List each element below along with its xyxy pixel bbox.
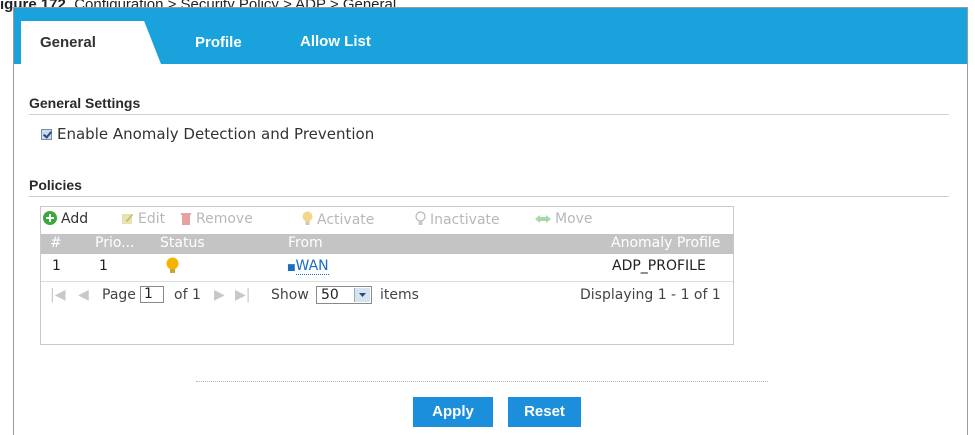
remove-button[interactable]: Remove — [180, 211, 253, 227]
first-page-icon[interactable]: |◀ — [50, 287, 65, 303]
move-icon — [535, 215, 551, 223]
section-divider — [29, 114, 949, 115]
tab-profile[interactable]: Profile — [195, 34, 242, 51]
items-label: items — [380, 287, 419, 303]
row-from[interactable]: ■WAN — [287, 258, 329, 275]
enable-adp-label: Enable Anomaly Detection and Prevention — [57, 125, 375, 143]
row-priority: 1 — [99, 258, 108, 274]
tab-allow-list[interactable]: Allow List — [300, 33, 371, 50]
tab-general-label[interactable]: General — [40, 34, 96, 51]
button-divider — [196, 381, 768, 382]
edit-button[interactable]: Edit — [121, 211, 165, 227]
show-label: Show — [271, 287, 309, 303]
general-settings-title: General Settings — [29, 95, 141, 111]
lightbulb-off-icon — [415, 211, 426, 225]
page-of-label: of 1 — [174, 287, 201, 303]
activate-label: Activate — [317, 212, 375, 228]
column-header-number[interactable]: # — [50, 235, 62, 251]
column-header-anomaly-profile[interactable]: Anomaly Profile — [611, 235, 720, 251]
inactivate-label: Inactivate — [430, 212, 500, 228]
page-number-input[interactable]: 1 — [140, 286, 164, 303]
grid-pager: |◀ ◀ Page 1 of 1 ▶ ▶| Show 50 items Disp… — [41, 281, 733, 310]
adp-general-panel: General Profile Allow List General Setti… — [13, 7, 968, 435]
lightbulb-on-icon — [302, 211, 313, 225]
grid-toolbar: Add Edit Remove Activate Inactivate Move — [41, 207, 733, 234]
add-button[interactable]: Add — [43, 211, 88, 227]
grid-header: # Prio... Status From Anomaly Profile — [41, 234, 733, 254]
move-button[interactable]: Move — [535, 211, 593, 227]
section-divider — [29, 196, 949, 197]
row-number: 1 — [52, 258, 61, 274]
policies-title: Policies — [29, 177, 82, 193]
table-row[interactable]: 1 1 ■WAN ADP_PROFILE — [41, 254, 733, 278]
displaying-count: Displaying 1 - 1 of 1 — [580, 287, 721, 303]
column-header-from[interactable]: From — [288, 235, 323, 251]
remove-label: Remove — [196, 211, 253, 227]
activate-button[interactable]: Activate — [302, 211, 374, 228]
inactivate-button[interactable]: Inactivate — [415, 211, 500, 228]
apply-button[interactable]: Apply — [413, 397, 493, 427]
move-label: Move — [555, 211, 593, 227]
page-size-select[interactable]: 50 — [316, 286, 372, 304]
prev-page-icon[interactable]: ◀ — [78, 287, 89, 303]
status-active-bulb-icon — [166, 257, 179, 273]
chevron-down-icon[interactable] — [354, 288, 370, 302]
trash-icon — [181, 213, 191, 225]
next-page-icon[interactable]: ▶ — [214, 287, 225, 303]
tab-general-edge — [135, 21, 161, 64]
page-label: Page — [102, 287, 136, 303]
column-header-priority[interactable]: Prio... — [95, 235, 135, 251]
reset-button[interactable]: Reset — [508, 397, 581, 427]
row-from-link[interactable]: WAN — [295, 258, 329, 275]
page-size-value: 50 — [321, 287, 339, 303]
enable-adp-checkbox[interactable] — [41, 129, 52, 140]
policies-grid: Add Edit Remove Activate Inactivate Move… — [40, 206, 734, 345]
tab-bar: General Profile Allow List — [14, 8, 967, 64]
column-header-status[interactable]: Status — [160, 235, 205, 251]
add-label: Add — [61, 211, 89, 227]
interface-icon: ■ — [287, 263, 296, 273]
edit-label: Edit — [138, 211, 166, 227]
edit-icon — [122, 214, 133, 224]
last-page-icon[interactable]: ▶| — [235, 287, 250, 303]
add-icon — [43, 211, 57, 225]
row-anomaly-profile: ADP_PROFILE — [612, 258, 706, 274]
